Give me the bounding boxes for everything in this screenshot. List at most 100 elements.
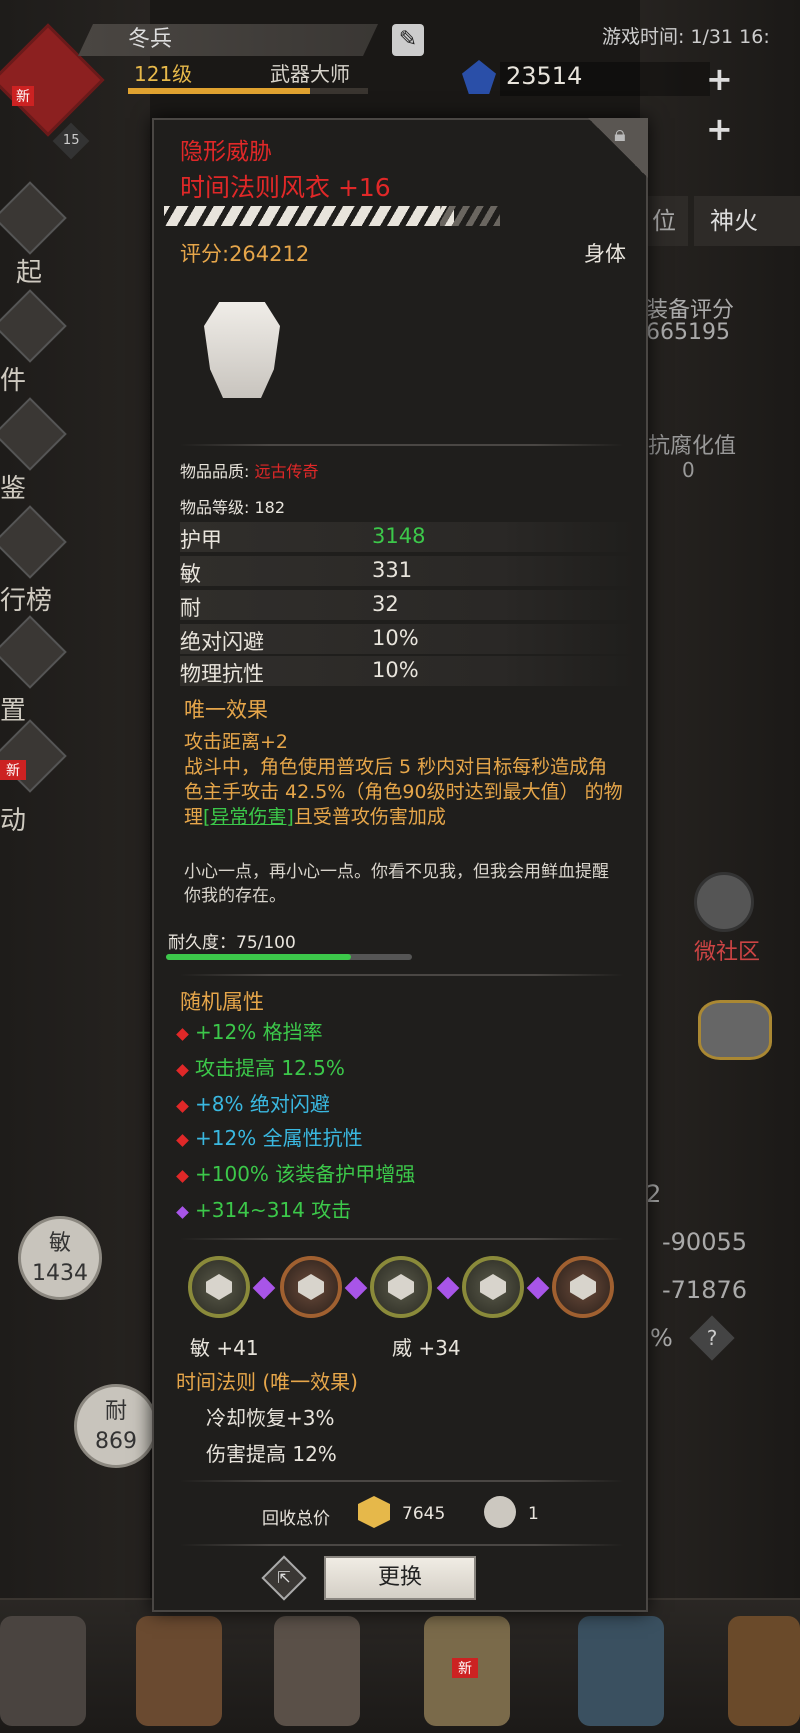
player-level: 121级 — [134, 62, 193, 86]
divider — [180, 1544, 624, 1546]
stat-name: 耐 — [180, 596, 201, 620]
help-icon[interactable]: ? — [689, 1315, 735, 1361]
random-attr: +8% 绝对闪避 — [176, 1088, 330, 1117]
attr-bullet-icon — [176, 1028, 189, 1041]
unique-effect-line: 战斗中，角色使用普攻后 5 秒内对目标每秒造成角色主手攻击 42.5%（角色90… — [184, 756, 623, 828]
community-icon[interactable] — [694, 872, 754, 932]
rune-set-title: 时间法则 (唯一效果) — [176, 1370, 358, 1394]
player-title: 武器大师 — [270, 62, 350, 86]
stamina-circle: 耐 869 — [74, 1384, 158, 1468]
add-currency-icon[interactable]: + — [706, 110, 733, 148]
item-flavor-text: 小心一点，再小心一点。你看不见我，但我会用鲜血提醒你我的存在。 — [184, 862, 609, 906]
stat-name: 绝对闪避 — [180, 630, 264, 654]
attr-bullet-icon — [176, 1100, 189, 1113]
side-menu-label: 鉴 — [0, 474, 27, 504]
avatar-new-badge: 新 — [12, 86, 34, 106]
stat-value: 331 — [372, 558, 413, 582]
tab-divine-fire[interactable]: 神火 — [694, 196, 800, 246]
recycle-material: 1 — [528, 1504, 539, 1524]
stamina-label: 耐 — [104, 1399, 127, 1424]
stat-name: 护甲 — [180, 528, 222, 552]
item-set-name: 隐形威胁 — [180, 139, 272, 165]
castle-icon[interactable] — [578, 1616, 664, 1726]
right-background — [640, 0, 800, 1733]
hero-helmet-icon[interactable] — [0, 1616, 86, 1726]
durability-label: 耐久度：75/100 — [168, 933, 296, 953]
item-score: 评分:264212 — [180, 242, 310, 266]
rune-stat: 威 +34 — [392, 1336, 461, 1360]
rune-set-effect: 伤害提高 12% — [206, 1442, 337, 1466]
divider — [180, 1480, 624, 1482]
random-attr: +100% 该装备护甲增强 — [176, 1158, 415, 1187]
replace-button[interactable]: 更换 — [324, 1556, 476, 1600]
side-menu-label: 行榜 — [0, 586, 53, 616]
add-gem-icon[interactable]: + — [706, 60, 733, 98]
agility-circle: 敏 1434 — [18, 1216, 102, 1300]
corruption-resist-value: 0 — [682, 458, 695, 482]
attr-bullet-icon — [176, 1064, 189, 1077]
gem-count: 23514 — [506, 62, 583, 90]
rune-stat: 敏 +41 — [190, 1336, 259, 1360]
abnormal-damage-link[interactable]: [异常伤害] — [203, 806, 294, 828]
random-attrs-title: 随机属性 — [180, 990, 264, 1014]
recycle-coins: 7645 — [402, 1504, 446, 1524]
equip-score-value: 665195 — [646, 320, 730, 345]
equipment-shield-icon[interactable] — [274, 1616, 360, 1726]
unique-effect-line: 攻击距离+2 — [184, 731, 289, 753]
side-new-badge: 新 — [0, 760, 26, 780]
right-stat: 2 — [646, 1180, 662, 1208]
agility-value: 1434 — [32, 1261, 88, 1286]
stat-name: 物理抗性 — [180, 662, 264, 686]
random-attr: +314~314 攻击 — [176, 1194, 351, 1223]
community-label: 微社区 — [694, 940, 761, 965]
rune-slot-icon[interactable] — [462, 1256, 524, 1318]
unique-effect-text: 攻击距离+2 战斗中，角色使用普攻后 5 秒内对目标每秒造成角色主手攻击 42.… — [184, 730, 624, 830]
rune-set-effect: 冷却恢复+3% — [206, 1406, 335, 1430]
divider — [180, 444, 624, 446]
rune-slot-icon[interactable] — [370, 1256, 432, 1318]
enhance-progress-bar — [164, 206, 454, 226]
stat-value: 10% — [372, 658, 419, 682]
rune-slot-icon[interactable] — [188, 1256, 250, 1318]
recycle-label: 回收总价 — [262, 1509, 330, 1529]
xp-bar-fill — [128, 88, 311, 94]
stamina-value: 869 — [95, 1429, 137, 1454]
item-level: 物品等级: 182 — [180, 498, 286, 517]
wings-icon[interactable] — [698, 1000, 772, 1060]
material-icon — [484, 1496, 516, 1528]
lock-icon[interactable]: 🔒︎ — [614, 122, 626, 147]
agility-label: 敏 — [48, 1231, 71, 1256]
right-stat: -71876 — [662, 1276, 748, 1304]
stat-value: 10% — [372, 626, 419, 650]
divider — [180, 974, 624, 976]
rune-slot-icon[interactable] — [552, 1256, 614, 1318]
right-stat: -90055 — [662, 1228, 748, 1256]
item-slot: 身体 — [584, 242, 626, 266]
stat-name: 敏 — [180, 562, 201, 586]
rune-slot-icon[interactable] — [280, 1256, 342, 1318]
edit-name-icon[interactable]: ✎ — [392, 24, 424, 56]
game-time: 游戏时间: 1/31 16: — [602, 26, 770, 48]
divider — [180, 1238, 624, 1240]
bottom-nav-bar — [0, 1598, 800, 1733]
right-stat: % — [650, 1324, 673, 1352]
attr-bullet-icon — [176, 1134, 189, 1147]
backpack-icon[interactable] — [136, 1616, 222, 1726]
side-menu-label: 动 — [0, 806, 27, 836]
corruption-resist-label: 抗腐化值 — [648, 434, 737, 459]
side-menu-label: 件 — [0, 366, 27, 396]
dice-box-icon[interactable] — [728, 1616, 800, 1726]
gem-icon — [462, 60, 496, 94]
item-quality: 物品品质: 远古传奇 — [180, 462, 319, 481]
bottom-new-badge: 新 — [452, 1658, 478, 1678]
stat-value: 32 — [372, 592, 399, 616]
random-attr: +12% 格挡率 — [176, 1016, 323, 1045]
random-attr: 攻击提高 12.5% — [176, 1052, 345, 1081]
unique-effect-title: 唯一效果 — [184, 698, 268, 722]
durability-bar-fill — [166, 954, 351, 960]
stat-row — [180, 590, 636, 620]
item-name: 时间法则风衣 +16 — [180, 173, 391, 202]
item-quality-value: 远古传奇 — [254, 462, 319, 481]
player-name: 冬兵 — [78, 24, 378, 56]
attr-bullet-icon — [176, 1206, 189, 1219]
